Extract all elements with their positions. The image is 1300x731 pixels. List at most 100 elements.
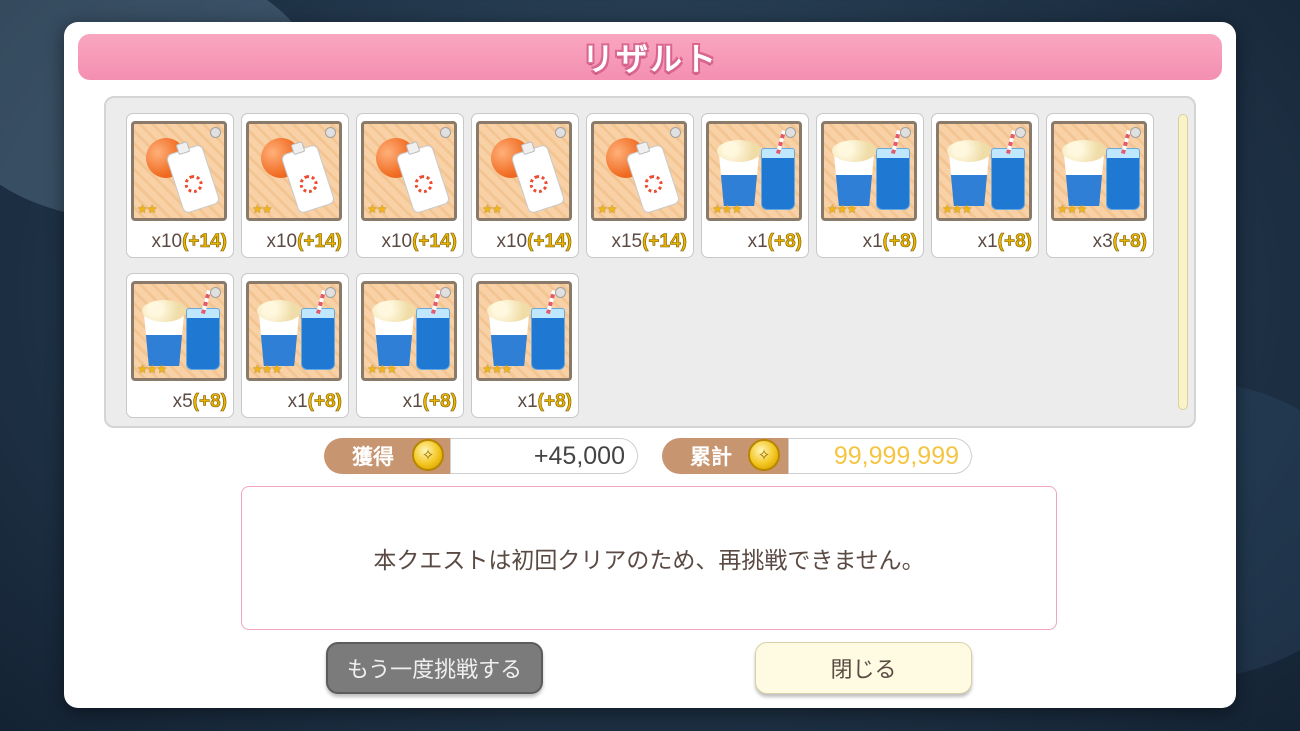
item-quantity: x10(+14) [381, 231, 457, 253]
earned-coins: 獲得 +45,000 ✧ [324, 438, 638, 474]
rarity-stars: ★★ [367, 202, 387, 216]
rarity-stars: ★★ [597, 202, 617, 216]
quantity-count: x1 [747, 231, 768, 252]
rarity-stars: ★★ [482, 202, 502, 216]
info-icon [325, 287, 336, 298]
quantity-count: x1 [862, 231, 883, 252]
info-icon [1130, 127, 1141, 138]
reward-item[interactable]: ★★★ x1(+8) [241, 273, 349, 418]
popcorn-drink-item-icon: ★★★ [246, 281, 342, 381]
result-dialog: リザルト ★★ x10(+14) ★★ x10(+14) ★★ x10(+14) ★★ x10… [64, 22, 1236, 708]
quantity-count: x15 [611, 231, 643, 252]
reward-item[interactable]: ★★★ x3(+8) [1046, 113, 1154, 258]
popcorn-drink-item-icon: ★★★ [476, 281, 572, 381]
close-button[interactable]: 閉じる [755, 642, 972, 694]
quantity-bonus: (+14) [642, 231, 687, 253]
quantity-count: x1 [977, 231, 998, 252]
dialog-title: リザルト [581, 40, 718, 78]
item-quantity: x1(+8) [402, 391, 458, 413]
sunscreen-item-icon: ★★ [591, 121, 687, 221]
quantity-bonus: (+8) [1112, 231, 1147, 253]
quantity-bonus: (+14) [527, 231, 572, 253]
quantity-bonus: (+8) [192, 391, 227, 413]
reward-item[interactable]: ★★ x10(+14) [241, 113, 349, 258]
quantity-count: x10 [496, 231, 528, 252]
rarity-stars: ★★★ [482, 362, 512, 376]
retry-button[interactable]: もう一度挑戦する [326, 642, 543, 694]
reward-item[interactable]: ★★★ x5(+8) [126, 273, 234, 418]
reward-item[interactable]: ★★★ x1(+8) [471, 273, 579, 418]
rarity-stars: ★★★ [1057, 202, 1087, 216]
item-quantity: x10(+14) [266, 231, 342, 253]
reward-grid: ★★ x10(+14) ★★ x10(+14) ★★ x10(+14) ★★ x10(+14)… [126, 113, 1166, 418]
quantity-count: x10 [266, 231, 298, 252]
rarity-stars: ★★★ [942, 202, 972, 216]
reward-item[interactable]: ★★ x10(+14) [126, 113, 234, 258]
quantity-count: x1 [402, 391, 423, 412]
quantity-bonus: (+8) [307, 391, 342, 413]
info-icon [785, 127, 796, 138]
info-icon [210, 127, 221, 138]
reward-item[interactable]: ★★★ x1(+8) [931, 113, 1039, 258]
item-quantity: x5(+8) [172, 391, 228, 413]
popcorn-drink-item-icon: ★★★ [706, 121, 802, 221]
rarity-stars: ★★★ [367, 362, 397, 376]
coin-icon: ✧ [412, 439, 444, 471]
popcorn-drink-item-icon: ★★★ [936, 121, 1032, 221]
quantity-bonus: (+8) [537, 391, 572, 413]
item-quantity: x1(+8) [977, 231, 1033, 253]
item-quantity: x1(+8) [517, 391, 573, 413]
item-quantity: x3(+8) [1092, 231, 1148, 253]
info-icon [670, 127, 681, 138]
quantity-count: x1 [517, 391, 538, 412]
popcorn-drink-item-icon: ★★★ [131, 281, 227, 381]
item-quantity: x1(+8) [747, 231, 803, 253]
rarity-stars: ★★★ [827, 202, 857, 216]
info-icon [1015, 127, 1026, 138]
rarity-stars: ★★★ [712, 202, 742, 216]
total-value: 99,999,999 [788, 438, 972, 474]
rarity-stars: ★★ [252, 202, 272, 216]
sunscreen-item-icon: ★★ [361, 121, 457, 221]
info-icon [900, 127, 911, 138]
popcorn-drink-item-icon: ★★★ [821, 121, 917, 221]
reward-item[interactable]: ★★ x10(+14) [356, 113, 464, 258]
sunscreen-item-icon: ★★ [476, 121, 572, 221]
sunscreen-item-icon: ★★ [131, 121, 227, 221]
reward-item[interactable]: ★★ x15(+14) [586, 113, 694, 258]
popcorn-drink-item-icon: ★★★ [361, 281, 457, 381]
reward-list[interactable]: ★★ x10(+14) ★★ x10(+14) ★★ x10(+14) ★★ x10(+14)… [104, 96, 1196, 428]
title-bar: リザルト [78, 34, 1222, 80]
reward-item[interactable]: ★★ x10(+14) [471, 113, 579, 258]
quantity-count: x5 [172, 391, 193, 412]
rarity-stars: ★★★ [137, 362, 167, 376]
info-icon [555, 127, 566, 138]
quantity-bonus: (+14) [412, 231, 457, 253]
item-quantity: x15(+14) [611, 231, 687, 253]
quantity-bonus: (+14) [182, 231, 227, 253]
info-icon [555, 287, 566, 298]
info-icon [210, 287, 221, 298]
quantity-bonus: (+8) [422, 391, 457, 413]
item-quantity: x10(+14) [496, 231, 572, 253]
quantity-count: x10 [381, 231, 413, 252]
reward-item[interactable]: ★★★ x1(+8) [816, 113, 924, 258]
sunscreen-item-icon: ★★ [246, 121, 342, 221]
total-coins: 累計 99,999,999 ✧ [662, 438, 976, 474]
info-icon [440, 127, 451, 138]
rarity-stars: ★★ [137, 202, 157, 216]
info-icon [440, 287, 451, 298]
reward-scrollbar[interactable] [1178, 114, 1188, 410]
quantity-count: x10 [151, 231, 183, 252]
coin-icon: ✧ [748, 439, 780, 471]
popcorn-drink-item-icon: ★★★ [1051, 121, 1147, 221]
quantity-bonus: (+14) [297, 231, 342, 253]
quantity-count: x3 [1092, 231, 1113, 252]
quantity-bonus: (+8) [882, 231, 917, 253]
item-quantity: x1(+8) [862, 231, 918, 253]
reward-item[interactable]: ★★★ x1(+8) [356, 273, 464, 418]
quantity-count: x1 [287, 391, 308, 412]
reward-item[interactable]: ★★★ x1(+8) [701, 113, 809, 258]
item-quantity: x10(+14) [151, 231, 227, 253]
quantity-bonus: (+8) [767, 231, 802, 253]
